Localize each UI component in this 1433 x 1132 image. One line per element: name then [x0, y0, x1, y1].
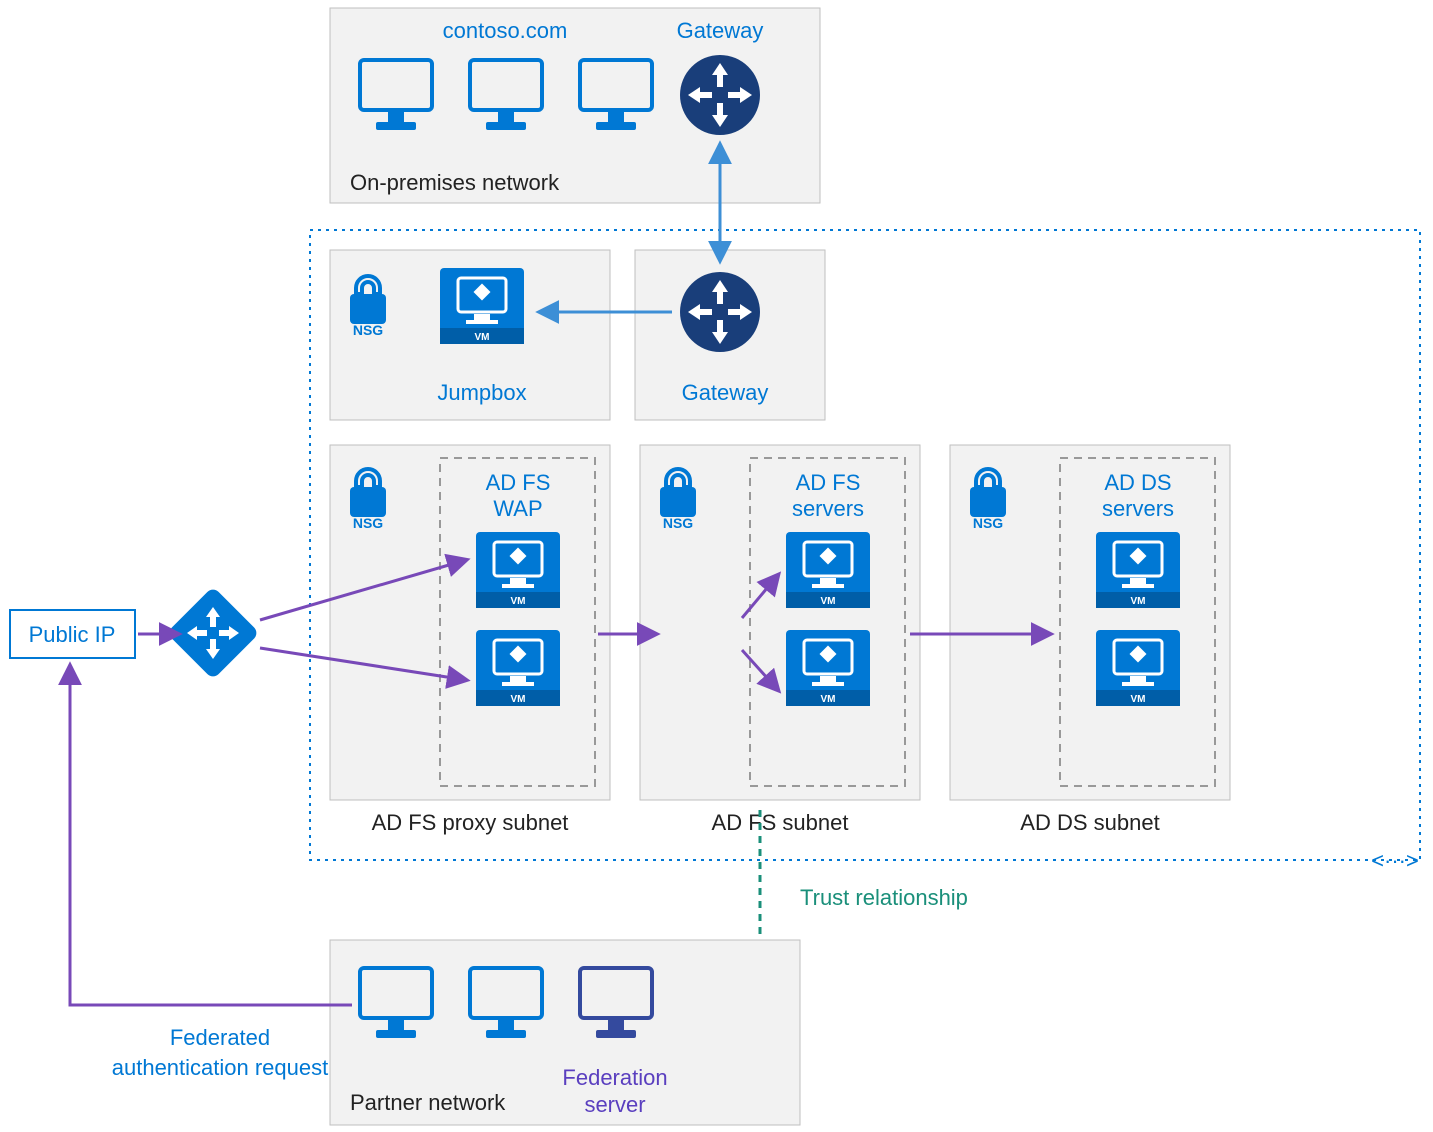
adfs-box: NSG AD FS servers VM VM AD FS subnet	[640, 445, 920, 835]
nsg-label: NSG	[353, 322, 383, 338]
nsg-label: NSG	[663, 515, 693, 531]
wap-caption: AD FS proxy subnet	[372, 810, 569, 835]
lock-icon	[970, 469, 1006, 517]
trust-label: Trust relationship	[800, 885, 968, 910]
adfs-caption: AD FS subnet	[712, 810, 849, 835]
adds-caption: AD DS subnet	[1020, 810, 1159, 835]
svg-text:AD FS: AD FS	[796, 470, 861, 495]
lock-icon	[350, 276, 386, 324]
gateway-icon	[680, 55, 760, 135]
svg-text:VM: VM	[511, 694, 526, 705]
nsg-label: NSG	[353, 515, 383, 531]
svg-text:AD DS: AD DS	[1104, 470, 1171, 495]
svg-text:servers: servers	[1102, 496, 1174, 521]
svg-text:Federated: Federated	[170, 1025, 270, 1050]
svg-text:server: server	[584, 1092, 645, 1117]
svg-text:servers: servers	[792, 496, 864, 521]
partner-caption: Partner network	[350, 1090, 506, 1115]
svg-text:WAP: WAP	[493, 496, 542, 521]
svg-text:VM: VM	[1131, 694, 1146, 705]
jumpbox-label: Jumpbox	[437, 380, 526, 405]
vnet-expand-icon: <···>	[1371, 848, 1419, 873]
cloud-gateway-box: Gateway	[635, 250, 825, 420]
svg-text:Federation: Federation	[562, 1065, 667, 1090]
svg-text:authentication request: authentication request	[112, 1055, 329, 1080]
lock-icon	[660, 469, 696, 517]
partner-box: Partner network Federation server	[330, 940, 800, 1125]
jumpbox-box: NSG VM Jumpbox	[330, 250, 610, 420]
adfs-wap-box: NSG AD FS WAP VM VM AD FS proxy subnet	[330, 445, 610, 835]
onprem-caption: On-premises network	[350, 170, 560, 195]
nsg-label: NSG	[973, 515, 1003, 531]
public-ip-label: Public IP	[29, 622, 116, 647]
onprem-gateway-label: Gateway	[677, 18, 764, 43]
adds-box: NSG AD DS servers VM VM AD DS subnet	[950, 445, 1230, 835]
svg-text:VM: VM	[821, 694, 836, 705]
architecture-diagram: contoso.com Gateway On-premises network …	[0, 0, 1433, 1132]
gateway-icon	[680, 272, 760, 352]
external-lb-icon	[166, 586, 259, 679]
svg-text:AD FS: AD FS	[486, 470, 551, 495]
cloud-gateway-label: Gateway	[682, 380, 769, 405]
lock-icon	[350, 469, 386, 517]
svg-text:VM: VM	[1131, 596, 1146, 607]
onprem-title: contoso.com	[443, 18, 568, 43]
svg-text:VM: VM	[475, 332, 490, 343]
onprem-box: contoso.com Gateway On-premises network	[330, 8, 820, 203]
svg-text:VM: VM	[821, 596, 836, 607]
svg-text:VM: VM	[511, 596, 526, 607]
